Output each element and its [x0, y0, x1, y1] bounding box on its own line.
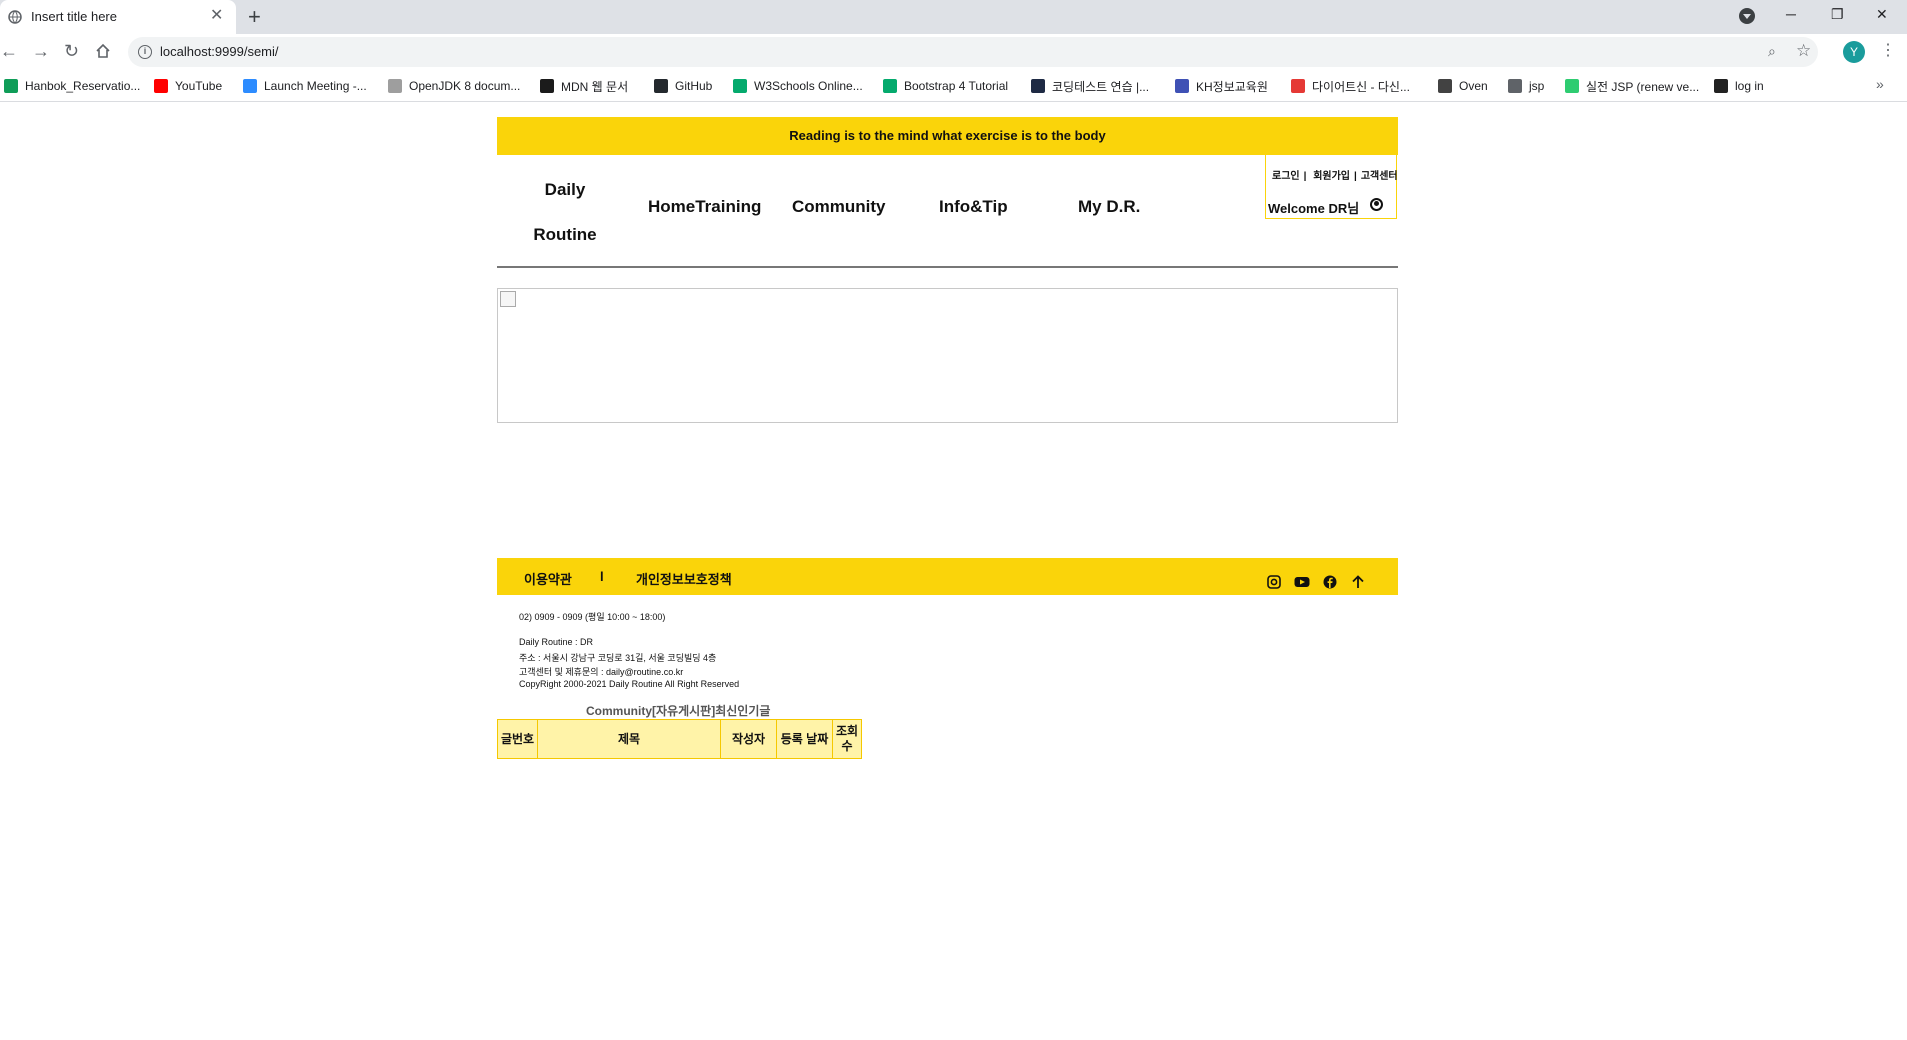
main-banner [497, 288, 1398, 423]
tab-title: Insert title here [31, 9, 117, 24]
user-circle-icon[interactable] [1370, 198, 1383, 211]
login-link[interactable]: 로그인 [1272, 171, 1300, 182]
footer-company: Daily Routine : DR [519, 637, 594, 647]
bookmark-item[interactable]: MDN 웹 문서 [540, 76, 628, 96]
bookmark-favicon-icon [1565, 79, 1579, 93]
column-header: 제목 [537, 719, 721, 759]
board-table: 글번호 제목 작성자 등록 날짜 조회수 [497, 719, 862, 759]
site-logo[interactable]: Daily Routine [520, 167, 610, 257]
column-header: 작성자 [720, 719, 777, 759]
back-icon[interactable]: ← [0, 40, 18, 62]
bookmark-item[interactable]: OpenJDK 8 docum... [388, 76, 520, 96]
window-close-icon[interactable]: ✕ [1876, 6, 1888, 23]
bookmark-item[interactable]: Hanbok_Reservatio... [4, 76, 140, 96]
column-header: 조회수 [832, 719, 862, 759]
home-icon[interactable] [95, 43, 111, 59]
bookmark-favicon-icon [1291, 79, 1305, 93]
forward-icon[interactable]: → [32, 40, 50, 62]
menu-my-dr[interactable]: My D.R. [1078, 197, 1140, 217]
header-divider [497, 266, 1398, 268]
customer-center-link[interactable]: 고객센터 [1361, 171, 1398, 182]
bookmark-favicon-icon [1714, 79, 1728, 93]
browser-toolbar: ← → ↻ i localhost:9999/semi/ ⌕ ☆ Y ⋮ [0, 34, 1907, 70]
bookmark-favicon-icon [540, 79, 554, 93]
broken-image-icon [500, 291, 516, 307]
browser-tab[interactable]: Insert title here ✕ [0, 0, 236, 34]
zoom-icon[interactable]: ⌕ [1768, 43, 1776, 60]
bookmark-item[interactable]: KH정보교육원 [1175, 76, 1268, 96]
browser-tab-strip: Insert title here ✕ + ─ ❐ ✕ [0, 0, 1907, 34]
bookmark-favicon-icon [243, 79, 257, 93]
menu-community[interactable]: Community [792, 197, 886, 217]
bookmark-item[interactable]: log in [1714, 76, 1764, 96]
privacy-link[interactable]: 개인정보보호정책 [636, 569, 732, 588]
menu-hometraining[interactable]: HomeTraining [648, 197, 761, 217]
quote-banner: Reading is to the mind what exercise is … [497, 117, 1398, 155]
board-title: Community[자유게시판]최신인기글 [586, 704, 771, 718]
bookmark-item[interactable]: GitHub [654, 76, 712, 96]
facebook-icon[interactable] [1323, 575, 1337, 589]
footer-phone: 02) 0909 - 0909 (평일 10:00 ~ 18:00) [519, 612, 666, 622]
bookmark-favicon-icon [654, 79, 668, 93]
bookmark-favicon-icon [1031, 79, 1045, 93]
bookmark-favicon-icon [388, 79, 402, 93]
url-text[interactable]: localhost:9999/semi/ [160, 44, 279, 59]
tab-search-icon[interactable] [1739, 8, 1755, 24]
bookmark-star-icon[interactable]: ☆ [1796, 41, 1811, 61]
link-separator: | [1354, 171, 1357, 182]
footer-bar: 이용약관 l 개인정보보호정책 [497, 558, 1398, 595]
address-bar[interactable]: i localhost:9999/semi/ ⌕ ☆ [128, 37, 1818, 67]
bookmark-item[interactable]: W3Schools Online... [733, 76, 863, 96]
bookmark-item[interactable]: 다이어트신 - 다신... [1291, 76, 1410, 96]
minimize-icon[interactable]: ─ [1786, 6, 1796, 22]
bookmarks-bar: Hanbok_Reservatio... YouTube Launch Meet… [0, 70, 1907, 102]
table-header-row: 글번호 제목 작성자 등록 날짜 조회수 [497, 719, 862, 759]
column-header: 글번호 [497, 719, 538, 759]
tab-close-icon[interactable]: ✕ [210, 8, 223, 24]
user-panel: 로그인 | 회원가입 | 고객센터 Welcome DR님 [1265, 155, 1398, 219]
bookmark-favicon-icon [4, 79, 18, 93]
bookmark-item[interactable]: Launch Meeting -... [243, 76, 367, 96]
instagram-icon[interactable] [1267, 575, 1281, 589]
link-separator: | [1303, 171, 1307, 182]
column-header: 등록 날짜 [776, 719, 833, 759]
profile-avatar[interactable]: Y [1843, 41, 1865, 63]
terms-link[interactable]: 이용약관 [524, 569, 572, 588]
footer-contact: 고객센터 및 제휴문의 : daily@routine.co.kr [519, 667, 684, 677]
new-tab-button[interactable]: + [248, 4, 261, 30]
bookmark-item[interactable]: Bootstrap 4 Tutorial [883, 76, 1008, 96]
logo-line-1: Daily [544, 180, 586, 199]
globe-icon [8, 10, 22, 24]
bookmark-favicon-icon [1175, 79, 1189, 93]
restore-icon[interactable]: ❐ [1831, 6, 1844, 23]
bookmark-favicon-icon [733, 79, 747, 93]
footer-divider: l [600, 569, 604, 584]
footer-copyright: CopyRight 2000-2021 Daily Routine All Ri… [519, 679, 740, 689]
bookmark-favicon-icon [883, 79, 897, 93]
youtube-icon[interactable] [1294, 575, 1310, 589]
menu-info-tip[interactable]: Info&Tip [939, 197, 1008, 217]
welcome-text: Welcome DR님 [1268, 201, 1360, 216]
footer-address: 주소 : 서울시 강남구 코딩로 31길, 서울 코딩빌딩 4층 [519, 653, 717, 663]
site-info-icon[interactable]: i [138, 45, 152, 59]
bookmark-favicon-icon [1438, 79, 1452, 93]
bookmark-item[interactable]: YouTube [154, 76, 222, 96]
browser-menu-icon[interactable]: ⋮ [1880, 40, 1896, 60]
bookmark-favicon-icon [154, 79, 168, 93]
reload-icon[interactable]: ↻ [64, 40, 79, 62]
bookmarks-overflow-icon[interactable]: » [1876, 76, 1884, 92]
bookmark-item[interactable]: Oven [1438, 76, 1488, 96]
user-links: 로그인 | 회원가입 | 고객센터 [1272, 167, 1402, 182]
bookmark-item[interactable]: 코딩테스트 연습 |... [1031, 76, 1149, 96]
bookmark-favicon-icon [1508, 79, 1522, 93]
bookmark-item[interactable]: jsp [1508, 76, 1544, 96]
arrow-up-icon[interactable] [1351, 575, 1365, 589]
logo-line-2: Routine [533, 225, 597, 244]
signup-link[interactable]: 회원가입 [1313, 171, 1350, 182]
bookmark-item[interactable]: 실전 JSP (renew ve... [1565, 76, 1699, 96]
